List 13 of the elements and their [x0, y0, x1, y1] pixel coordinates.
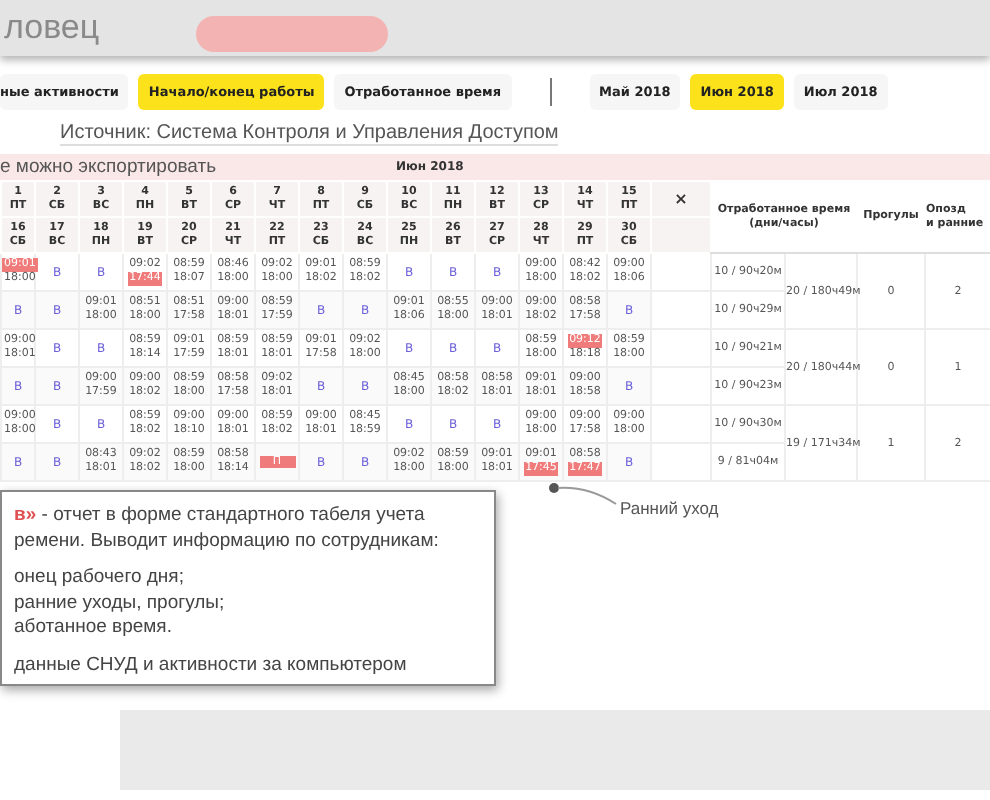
- leader-line: [548, 482, 620, 510]
- annotation-label: Ранний уход: [620, 498, 719, 518]
- callout-text: в» - отчет в форме стандартного табеля учета: [14, 504, 427, 529]
- header-button[interactable]: [195, 16, 388, 52]
- callout-text: онец рабочего дня;: [14, 566, 186, 591]
- callout-text: ремени. Выводит информацию по сотрудникам:: [14, 529, 441, 554]
- callout-text: аботанное время.: [14, 616, 174, 641]
- source-label: Источник: Система Контроля и Управления Доступом: [60, 121, 559, 145]
- callout-text: ранние уходы, прогулы;: [14, 591, 227, 616]
- close-button[interactable]: ×: [651, 181, 711, 217]
- callout-text: данные СНУД и активности за компьютером: [14, 653, 409, 678]
- logo-text: ловец: [4, 8, 100, 48]
- export-note: е можно экспортировать: [0, 156, 219, 178]
